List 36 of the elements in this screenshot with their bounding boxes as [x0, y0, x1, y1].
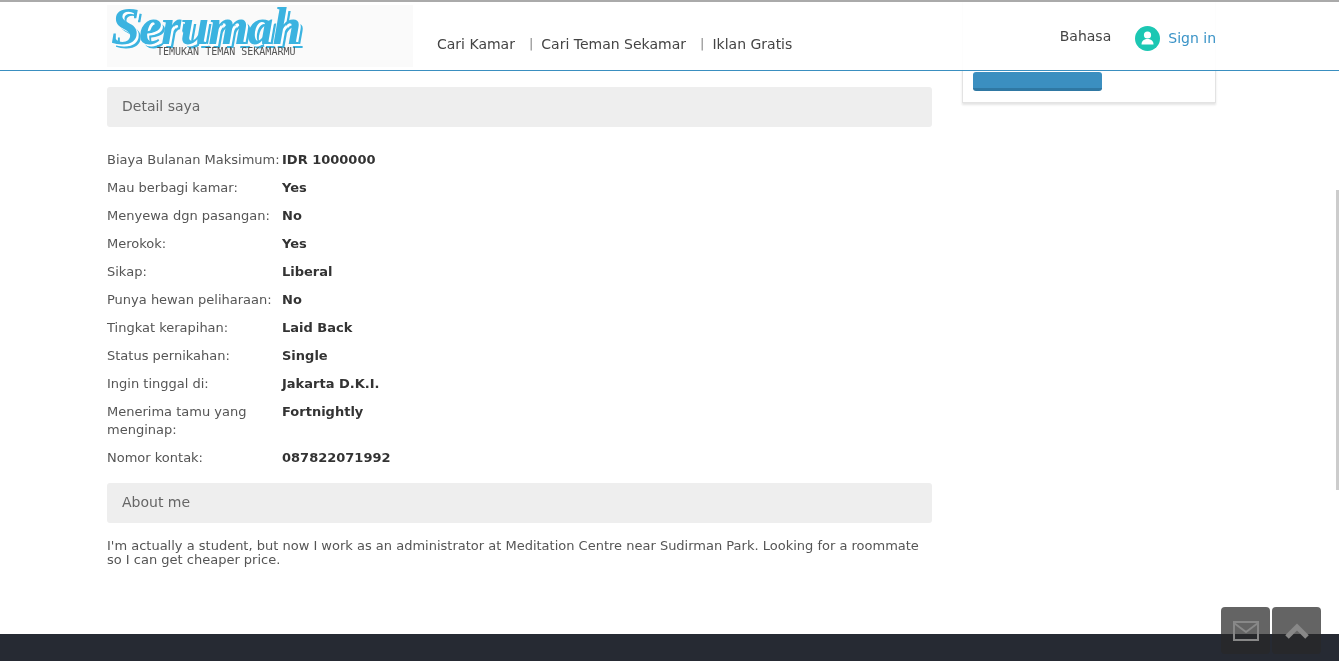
sign-in-link[interactable]: Sign in: [1168, 27, 1216, 49]
field-label: Menyewa dgn pasangan:: [107, 207, 271, 225]
section-header: About me: [107, 483, 932, 523]
about-text: I'm actually a student, but now I work as an administrator at Meditation Centre near Sudirman Park. Looking for a roommate so I can get cheaper price.: [107, 539, 920, 567]
nav-link[interactable]: Cari Kamar: [437, 33, 515, 55]
field-value: Laid Back: [282, 319, 353, 337]
field-label: Menerima tamu yang menginap:: [107, 403, 248, 439]
field-value: Single: [282, 347, 328, 365]
field-label: Merokok:: [107, 235, 168, 253]
language-link[interactable]: Bahasa: [1059, 25, 1112, 47]
mail-icon: [1232, 620, 1259, 641]
field-label: Mau berbagi kamar:: [107, 179, 239, 197]
field-value: No: [282, 207, 302, 225]
field-label: Punya hewan peliharaan:: [107, 291, 273, 309]
scroll-top-button[interactable]: [1272, 607, 1321, 654]
field-label: Biaya Bulanan Maksimum:: [107, 151, 281, 169]
field-value: Yes: [282, 235, 307, 253]
field-label: Ingin tinggal di:: [107, 375, 210, 393]
field-label: Tingkat kerapihan:: [107, 319, 230, 337]
mail-button[interactable]: [1221, 607, 1270, 654]
field-value: 087822071992: [282, 449, 391, 467]
nav-separator: |: [528, 35, 534, 54]
nav-link[interactable]: Cari Teman Sekamar: [541, 33, 687, 55]
nav-separator: |: [700, 35, 705, 54]
section-header: Detail saya: [107, 87, 932, 127]
field-value: No: [282, 291, 302, 309]
nav-link[interactable]: Iklan Gratis: [712, 33, 793, 55]
chevron-up-icon: [1284, 623, 1309, 640]
field-label: Status pernikahan:: [107, 347, 231, 365]
field-value: Liberal: [282, 263, 333, 281]
field-label: Nomor kontak:: [107, 449, 204, 467]
field-value: IDR 1000000: [282, 151, 376, 169]
field-value: Fortnightly: [282, 403, 364, 421]
field-value: Jakarta D.K.I.: [282, 375, 380, 393]
field-label: Sikap:: [107, 263, 148, 281]
field-value: Yes: [282, 179, 307, 197]
